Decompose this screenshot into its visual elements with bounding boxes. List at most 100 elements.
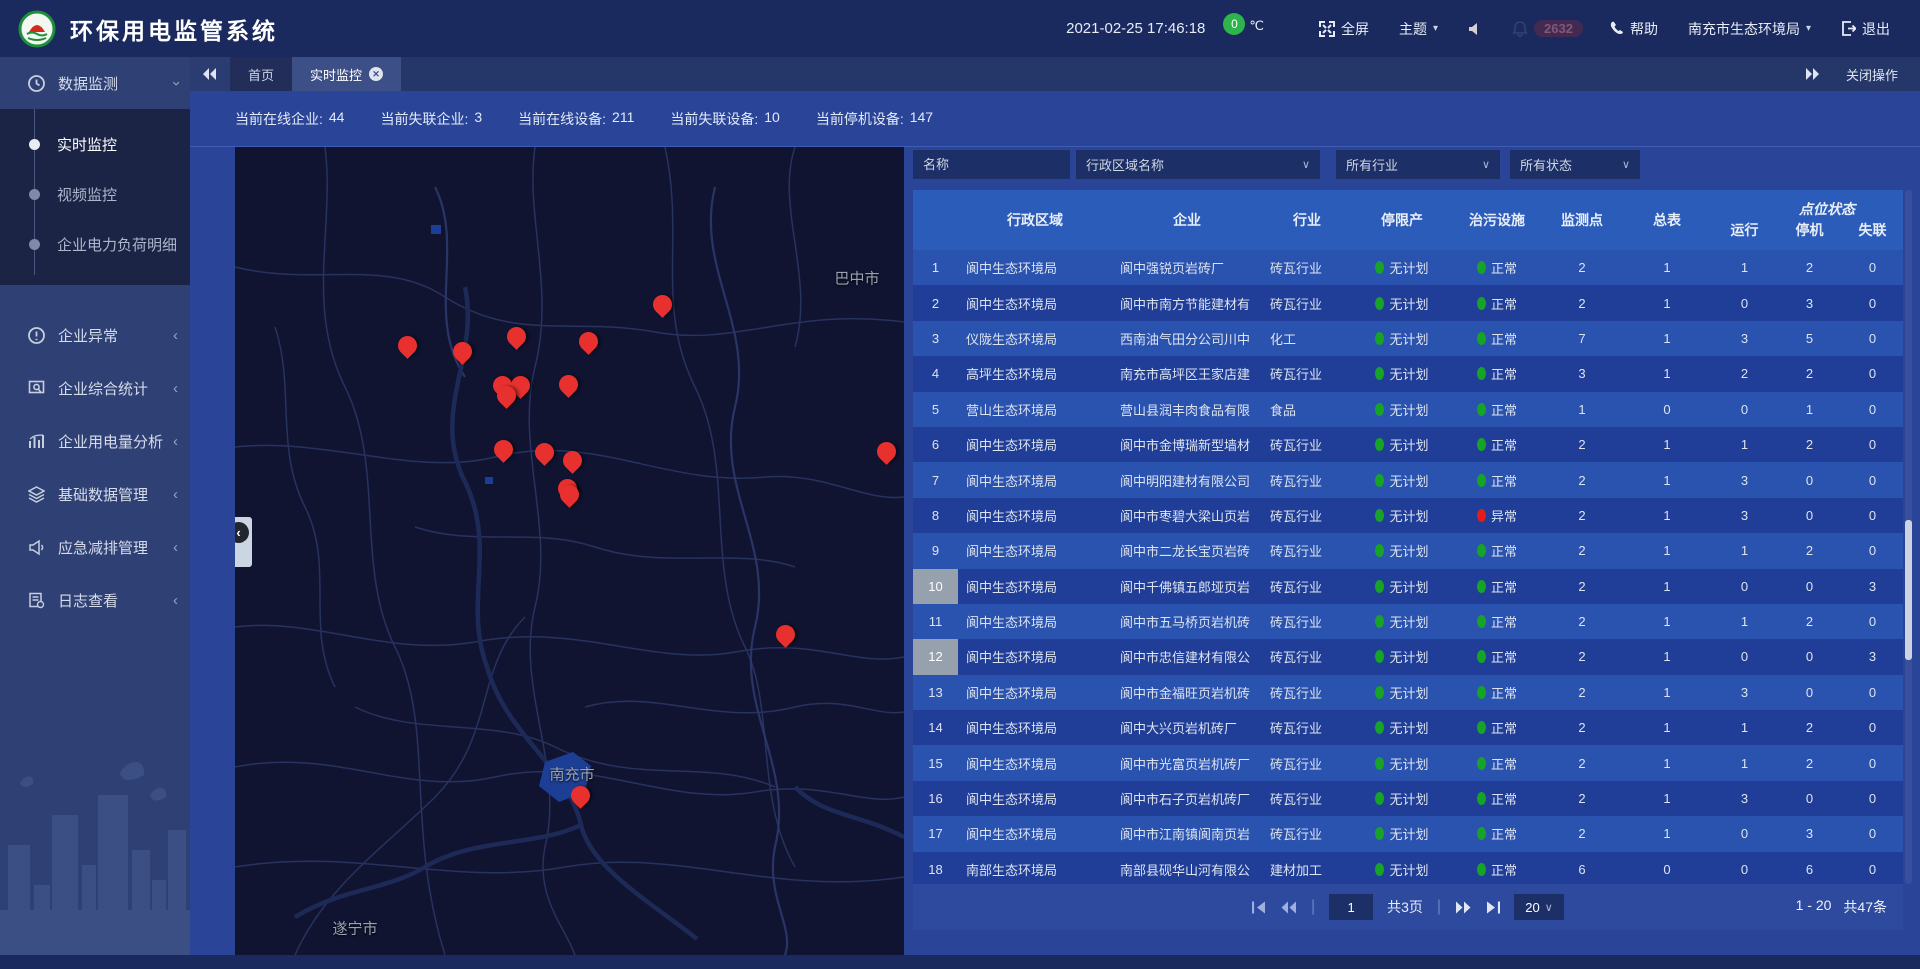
tabs-scroll-left-button[interactable] — [190, 57, 230, 91]
cell-run-count: 3 — [1712, 675, 1777, 710]
status-dot-green — [1375, 297, 1384, 310]
tab-realtime-monitor[interactable]: 实时监控 ✕ — [292, 57, 401, 91]
cell-lost-count: 0 — [1842, 285, 1903, 320]
sidebar-item-realtime-monitor[interactable]: 实时监控 — [0, 119, 190, 169]
theme-dropdown[interactable]: 主题 ▾ — [1399, 19, 1438, 39]
bell-icon — [1512, 21, 1528, 37]
cell-lost-count: 0 — [1842, 392, 1903, 427]
chevron-down-icon: ∨ — [1302, 158, 1310, 171]
cell-monitor-count: 2 — [1542, 533, 1622, 568]
sidebar-item-logs[interactable]: 日志查看 ‹ — [0, 574, 190, 627]
logout-label: 退出 — [1862, 19, 1890, 39]
fullscreen-icon — [1319, 21, 1335, 37]
page-title: 环保用电监管系统 — [70, 12, 278, 46]
cell-region: 仪陇生态环境局 — [958, 321, 1112, 356]
app-header: 环保用电监管系统 2021-02-25 17:46:18 0 ℃ 全屏 主题 ▾ — [0, 0, 1920, 57]
chevron-left-icon: ‹ — [173, 380, 178, 397]
close-operations-button[interactable]: 关闭操作 — [1846, 65, 1898, 84]
chevron-left-icon: ‹ — [173, 592, 178, 609]
table-row[interactable]: 7阆中生态环境局阆中明阳建材有限公司砖瓦行业无计划正常21300 — [913, 462, 1903, 497]
total-count-label: 共47条 — [1843, 897, 1887, 917]
fullscreen-button[interactable]: 全屏 — [1319, 19, 1369, 39]
sidebar-item-power-load-detail[interactable]: 企业电力负荷明细 — [0, 219, 190, 269]
status-dot-green — [1477, 474, 1486, 487]
notifications-button[interactable]: 2632 — [1512, 20, 1583, 37]
cell-stop-count: 0 — [1777, 569, 1842, 604]
divider: | — [1437, 898, 1441, 916]
select-value: 所有状态 — [1520, 155, 1572, 174]
cell-stop-count: 1 — [1777, 392, 1842, 427]
cell-meter-count: 1 — [1622, 250, 1712, 285]
tree-node-dot — [29, 239, 40, 250]
cell-index: 7 — [913, 462, 958, 497]
map[interactable]: 巴中市南充市遂宁市 ‹ — [235, 147, 904, 955]
status-select[interactable]: 所有状态 ∨ — [1510, 150, 1640, 179]
chevron-left-icon: ‹ — [173, 433, 178, 450]
region-select[interactable]: 行政区域名称 ∨ — [1076, 150, 1320, 179]
sidebar-item-company-statistics[interactable]: 企业综合统计 ‹ — [0, 362, 190, 415]
map-collapse-handle[interactable]: ‹ — [235, 517, 252, 567]
main-content: 当前在线企业: 44 当前失联企业: 3 当前在线设备: 211 当前失联设备:… — [190, 91, 1920, 955]
table-row[interactable]: 6阆中生态环境局阆中市金博瑞新型墙材砖瓦行业无计划正常21120 — [913, 427, 1903, 462]
table-row[interactable]: 17阆中生态环境局阆中市江南镇阆南页岩砖瓦行业无计划正常21030 — [913, 816, 1903, 851]
table-row[interactable]: 10阆中生态环境局阆中千佛镇五郎垭页岩砖瓦行业无计划正常21003 — [913, 569, 1903, 604]
table-header: 行政区域 企业 行业 停限产 治污设施 监测点 总表 运行 停机 失联 点位状态 — [913, 190, 1903, 250]
last-page-icon[interactable] — [1485, 901, 1500, 914]
cell-monitor-count: 2 — [1542, 816, 1622, 851]
sidebar-item-data-monitor[interactable]: 数据监测 ‹ — [0, 57, 190, 109]
cell-run-count: 0 — [1712, 816, 1777, 851]
table-row[interactable]: 16阆中生态环境局阆中市石子页岩机砖厂砖瓦行业无计划正常21300 — [913, 781, 1903, 816]
table-row[interactable]: 8阆中生态环境局阆中市枣碧大梁山页岩砖瓦行业无计划异常21300 — [913, 498, 1903, 533]
cell-company: 阆中市石子页岩机砖厂 — [1112, 781, 1262, 816]
table-row[interactable]: 13阆中生态环境局阆中市金福旺页岩机砖砖瓦行业无计划正常21300 — [913, 675, 1903, 710]
table-row[interactable]: 5营山生态环境局营山县润丰肉食品有限食品无计划正常10010 — [913, 392, 1903, 427]
name-search-input[interactable] — [913, 150, 1070, 179]
table-row[interactable]: 1阆中生态环境局阆中强锐页岩砖厂砖瓦行业无计划正常21120 — [913, 250, 1903, 285]
stat-value: 147 — [910, 109, 933, 129]
cell-stop-count: 2 — [1777, 427, 1842, 462]
table-row[interactable]: 11阆中生态环境局阆中市五马桥页岩机砖砖瓦行业无计划正常21120 — [913, 604, 1903, 639]
cell-region: 阆中生态环境局 — [958, 462, 1112, 497]
cell-region: 阆中生态环境局 — [958, 533, 1112, 568]
org-dropdown[interactable]: 南充市生态环境局 ▾ — [1688, 19, 1811, 39]
tab-home[interactable]: 首页 — [230, 57, 292, 91]
table-row[interactable]: 4高坪生态环境局南充市高坪区王家店建砖瓦行业无计划正常31220 — [913, 356, 1903, 391]
cell-industry: 砖瓦行业 — [1262, 533, 1352, 568]
sidebar-item-emergency-reduction[interactable]: 应急减排管理 ‹ — [0, 521, 190, 574]
col-region: 行政区域 — [958, 190, 1112, 250]
table-row[interactable]: 18南部生态环境局南部县砚华山河有限公建材加工无计划正常60060 — [913, 852, 1903, 884]
help-button[interactable]: 帮助 — [1609, 19, 1658, 39]
col-production: 停限产 — [1352, 190, 1452, 250]
cell-production-status: 无计划 — [1352, 356, 1452, 391]
sidebar-item-base-data[interactable]: 基础数据管理 ‹ — [0, 468, 190, 521]
mute-button[interactable] — [1468, 22, 1482, 36]
logout-button[interactable]: 退出 — [1841, 19, 1890, 39]
page-number-input[interactable] — [1329, 894, 1373, 920]
table-row[interactable]: 14阆中生态环境局阆中大兴页岩机砖厂砖瓦行业无计划正常21120 — [913, 710, 1903, 745]
table-row[interactable]: 15阆中生态环境局阆中市光富页岩机砖厂砖瓦行业无计划正常21120 — [913, 745, 1903, 780]
first-page-icon[interactable] — [1252, 901, 1267, 914]
status-dot-green — [1375, 438, 1384, 451]
cell-industry: 砖瓦行业 — [1262, 569, 1352, 604]
table-row[interactable]: 9阆中生态环境局阆中市二龙长宝页岩砖砖瓦行业无计划正常21120 — [913, 533, 1903, 568]
cell-industry: 砖瓦行业 — [1262, 285, 1352, 320]
double-chevron-right-icon[interactable] — [1806, 68, 1820, 80]
cell-run-count: 1 — [1712, 250, 1777, 285]
sidebar-item-power-analysis[interactable]: 企业用电量分析 ‹ — [0, 415, 190, 468]
sidebar-item-video-monitor[interactable]: 视频监控 — [0, 169, 190, 219]
scrollbar-thumb[interactable] — [1905, 520, 1912, 660]
prev-page-icon[interactable] — [1281, 901, 1297, 914]
cell-lost-count: 0 — [1842, 745, 1903, 780]
table-row[interactable]: 3仪陇生态环境局西南油气田分公司川中化工无计划正常71350 — [913, 321, 1903, 356]
sidebar-item-company-abnormal[interactable]: 企业异常 ‹ — [0, 309, 190, 362]
page-size-select[interactable]: 20 ∨ — [1514, 894, 1564, 920]
industry-select[interactable]: 所有行业 ∨ — [1336, 150, 1500, 179]
cell-monitor-count: 2 — [1542, 710, 1622, 745]
table-scrollbar[interactable] — [1905, 190, 1912, 884]
table-row[interactable]: 12阆中生态环境局阆中市忠信建材有限公砖瓦行业无计划正常21003 — [913, 639, 1903, 674]
table-row[interactable]: 2阆中生态环境局阆中市南方节能建材有砖瓦行业无计划正常21030 — [913, 285, 1903, 320]
close-icon[interactable]: ✕ — [369, 67, 383, 81]
cell-production-status: 无计划 — [1352, 675, 1452, 710]
status-dot-green — [1477, 757, 1486, 770]
next-page-icon[interactable] — [1455, 901, 1471, 914]
